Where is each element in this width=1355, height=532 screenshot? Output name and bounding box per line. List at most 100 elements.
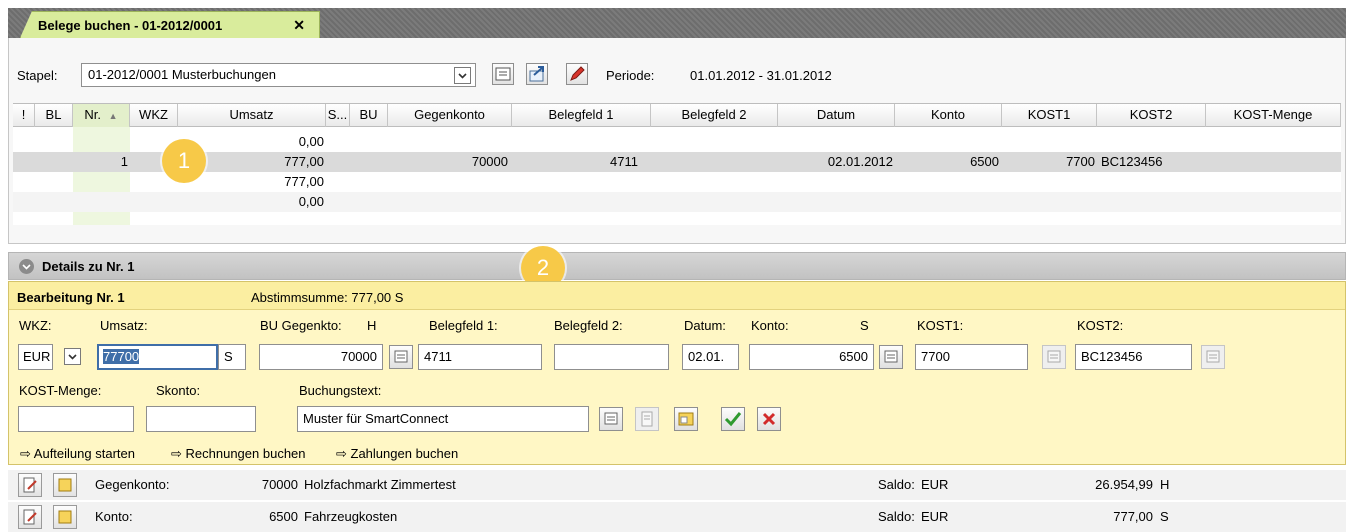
edit-button[interactable] <box>566 63 588 85</box>
col-konto[interactable]: Konto <box>895 104 1002 127</box>
gegenkonto-notes-button[interactable] <box>53 473 77 497</box>
konto-notes-button[interactable] <box>53 505 77 529</box>
konto-input[interactable]: 6500 <box>749 344 874 370</box>
zahlungen-buchen-link[interactable]: ⇨ Zahlungen buchen <box>336 446 458 462</box>
stapel-dropdown[interactable]: 01-2012/0001 Musterbuchungen <box>81 63 476 87</box>
close-tab-icon[interactable]: ✕ <box>293 17 305 34</box>
wkz-select[interactable]: EUR <box>18 344 53 370</box>
konto-side-label: S <box>860 318 869 333</box>
pencil-icon <box>570 66 585 81</box>
buchungstext-input[interactable]: Muster für SmartConnect <box>297 406 589 432</box>
chevron-down-icon[interactable] <box>454 67 471 84</box>
saldo-label: Saldo: <box>878 509 915 524</box>
table-row[interactable]: 0,00 <box>13 132 1341 152</box>
saldo-currency: EUR <box>921 509 949 524</box>
col-belegfeld2[interactable]: Belegfeld 2 <box>651 104 778 127</box>
col-bl[interactable]: BL <box>35 104 73 127</box>
edit-document-icon <box>23 477 37 493</box>
konto-lookup-button[interactable] <box>879 345 903 369</box>
notes-icon <box>58 510 72 524</box>
sort-ascending-icon: ▲ <box>108 111 118 121</box>
col-wkz[interactable]: WKZ <box>130 104 178 127</box>
konto-footer-number: 6500 <box>269 509 298 524</box>
col-kost1[interactable]: KOST1 <box>1002 104 1097 127</box>
wkz-label: WKZ: <box>19 318 52 333</box>
wkz-chevron-down-icon[interactable] <box>64 348 81 365</box>
col-soll-haben[interactable]: S... <box>326 104 350 127</box>
stapel-label: Stapel: <box>17 68 58 83</box>
buchungstext-lookup-button[interactable] <box>599 407 623 431</box>
gegenkonto-lookup-button[interactable] <box>389 345 413 369</box>
stapel-list-button[interactable] <box>492 63 514 85</box>
confirm-button[interactable] <box>721 407 745 431</box>
rechnungen-buchen-link[interactable]: ⇨ Rechnungen buchen <box>171 446 306 462</box>
details-title: Details zu Nr. 1 <box>42 259 135 274</box>
saldo-side: S <box>1160 509 1169 524</box>
buchungstext-label: Buchungstext: <box>299 383 382 398</box>
tab-belege-buchen[interactable]: Belege buchen - 01-2012/0001 ✕ <box>20 11 320 38</box>
col-kost2[interactable]: KOST2 <box>1097 104 1206 127</box>
arrow-right-icon: ⇨ <box>20 446 34 461</box>
table-row-selected[interactable]: 1 777,00 70000 4711 02.01.2012 6500 7700… <box>13 152 1341 172</box>
gegenkonto-info-row: Gegenkonto: 70000 Holzfachmarkt Zimmerte… <box>8 470 1346 500</box>
col-umsatz[interactable]: Umsatz <box>178 104 326 127</box>
kost2-input[interactable]: BC123456 <box>1075 344 1192 370</box>
list-icon <box>1206 350 1220 363</box>
konto-footer-label: Konto: <box>95 509 133 524</box>
kost2-lookup-button[interactable] <box>1201 345 1225 369</box>
col-nr[interactable]: Nr. ▲ <box>73 104 130 127</box>
belegfeld1-input[interactable]: 4711 <box>418 344 542 370</box>
umsatz-label: Umsatz: <box>100 318 148 333</box>
skonto-input[interactable] <box>146 406 256 432</box>
kost1-lookup-button[interactable] <box>1042 345 1066 369</box>
periode-value: 01.01.2012 - 31.01.2012 <box>690 68 832 83</box>
notes-button[interactable] <box>674 407 698 431</box>
grid-header: ! BL Nr. ▲ WKZ Umsatz S... BU Gegenkonto… <box>13 103 1341 127</box>
aufteilung-starten-link[interactable]: ⇨ Aufteilung starten <box>20 446 135 462</box>
collapse-chevron-icon[interactable] <box>19 259 34 274</box>
gegenkonto-input[interactable]: 70000 <box>259 344 383 370</box>
col-belegfeld1[interactable]: Belegfeld 1 <box>512 104 651 127</box>
document-button[interactable] <box>635 407 659 431</box>
arrow-right-icon: ⇨ <box>336 446 351 461</box>
periode-label: Periode: <box>606 68 655 83</box>
gegenkonto-footer-label: Gegenkonto: <box>95 477 170 492</box>
col-flag[interactable]: ! <box>13 104 35 127</box>
callout-badge-1: 1 <box>162 139 206 183</box>
gegenkonto-edit-button[interactable] <box>18 473 42 497</box>
table-row[interactable]: 777,00 <box>13 172 1341 192</box>
export-button[interactable] <box>526 63 548 85</box>
umsatz-input[interactable]: 77700 <box>97 344 218 370</box>
cell-belegfeld1: 4711 <box>610 154 638 169</box>
datum-label: Datum: <box>684 318 726 333</box>
col-gegenkonto[interactable]: Gegenkonto <box>388 104 512 127</box>
skonto-label: Skonto: <box>156 383 201 398</box>
checkmark-icon <box>724 412 742 427</box>
col-bu[interactable]: BU <box>350 104 388 127</box>
kost1-input[interactable]: 7700 <box>915 344 1028 370</box>
details-header[interactable]: Details zu Nr. 1 <box>8 252 1346 280</box>
table-row[interactable]: 0,00 <box>13 192 1341 212</box>
umsatz-side[interactable]: S <box>218 344 246 370</box>
cancel-button[interactable] <box>757 407 781 431</box>
notes-icon <box>58 478 72 492</box>
list-icon <box>394 350 408 363</box>
notes-icon <box>678 412 694 426</box>
saldo-side: H <box>1160 477 1170 492</box>
col-kost-menge[interactable]: KOST-Menge <box>1206 104 1341 127</box>
cell-kost2: BC123456 <box>1101 154 1163 169</box>
col-datum[interactable]: Datum <box>778 104 895 127</box>
export-icon <box>529 66 544 82</box>
konto-edit-button[interactable] <box>18 505 42 529</box>
kost1-label: KOST1: <box>917 318 964 333</box>
cell-datum: 02.01.2012 <box>827 154 893 169</box>
datum-input[interactable]: 02.01. <box>682 344 739 370</box>
rechnungen-label: Rechnungen buchen <box>185 446 306 461</box>
kost-menge-input[interactable] <box>18 406 134 432</box>
edit-document-icon <box>23 509 37 525</box>
belegfeld2-input[interactable] <box>554 344 669 370</box>
belegfeld1-label: Belegfeld 1: <box>429 318 498 333</box>
document-icon <box>641 411 653 427</box>
cell-umsatz: 0,00 <box>298 194 324 209</box>
saldo-amount: 26.954,99 <box>1095 477 1153 492</box>
